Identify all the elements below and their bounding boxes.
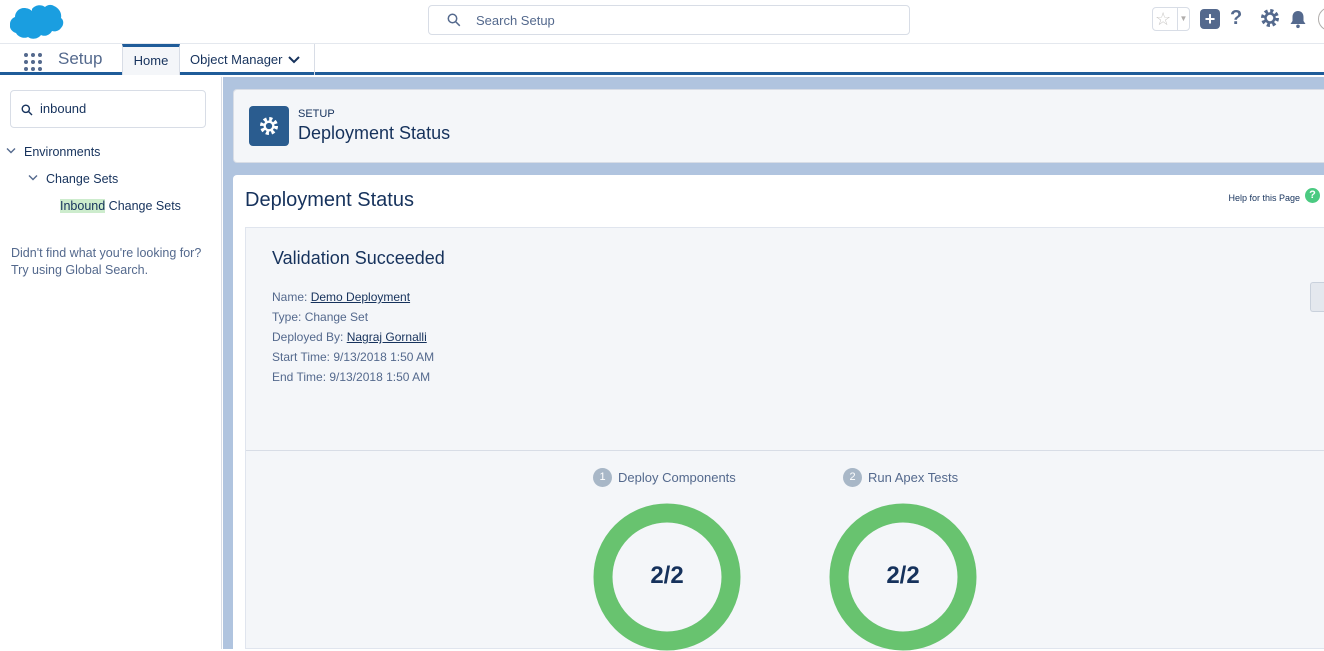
step-run-apex-tests: 2 Run Apex Tests [843, 468, 958, 487]
divider [246, 450, 1324, 451]
setup-search[interactable]: Search Setup [428, 5, 910, 35]
salesforce-logo[interactable] [10, 3, 64, 39]
tab-home[interactable]: Home [122, 44, 180, 75]
star-icon: ☆ [1155, 9, 1172, 29]
step-label: Run Apex Tests [868, 470, 959, 485]
chevron-down-icon[interactable] [288, 56, 300, 64]
chevron-down-icon[interactable]: ▼ [1177, 8, 1189, 30]
not-found-message: Didn't find what you're looking for? Try… [11, 245, 216, 279]
info-label: Type: [272, 310, 305, 324]
tree-item-label: Change Sets [105, 199, 181, 213]
help-icon[interactable]: ? [1305, 188, 1320, 203]
info-name: Name: Demo Deployment [272, 290, 410, 304]
plus-icon: + [1204, 9, 1216, 29]
info-value: 9/13/2018 1:50 AM [333, 350, 435, 364]
tree-item-label: Environments [24, 145, 101, 159]
not-found-line2: Try using Global Search. [11, 263, 149, 277]
page-eyebrow: SETUP [298, 108, 335, 120]
global-actions-button[interactable]: + [1200, 9, 1220, 29]
bell-icon[interactable] [1288, 9, 1308, 29]
main-area: SETUP Deployment Status Deployment Statu… [223, 77, 1324, 651]
info-label: End Time: [272, 370, 330, 384]
app-launcher-icon[interactable] [23, 52, 43, 72]
tree-item-change-sets[interactable]: Change Sets [28, 172, 119, 186]
setup-gear-icon [249, 106, 289, 146]
tree-item-environments[interactable]: Environments [6, 145, 101, 159]
help-for-page-link[interactable]: Help for this Page [1228, 193, 1300, 203]
info-type: Type: Change Set [272, 310, 368, 324]
step-number: 1 [593, 468, 612, 487]
info-value: 9/13/2018 1:50 AM [329, 370, 431, 384]
gear-icon[interactable] [1259, 7, 1281, 29]
info-label: Name: [272, 290, 311, 304]
step-number: 2 [843, 468, 862, 487]
chevron-down-icon[interactable] [6, 147, 16, 155]
info-deployed-by: Deployed By: Nagraj Gornalli [272, 330, 427, 344]
progress-value: 2/2 [650, 562, 684, 589]
tree-item-label: Change Sets [46, 172, 119, 186]
user-avatar[interactable] [1318, 7, 1324, 31]
deployment-name-link[interactable]: Demo Deployment [311, 290, 410, 304]
app-name: Setup [58, 49, 103, 68]
progress-value: 2/2 [886, 562, 920, 589]
deployment-status-panel: Validation Succeeded Name: Demo Deployme… [245, 227, 1324, 651]
favorites-button[interactable]: ☆ ▼ [1152, 7, 1190, 31]
setup-sidebar: inbound Environments Change Sets Inbound… [0, 77, 222, 649]
page-header-title: Deployment Status [298, 123, 451, 143]
global-header: Search Setup ☆ ▼ + ? [0, 0, 1324, 44]
step-deploy-components: 1 Deploy Components [593, 468, 736, 487]
info-label: Deployed By: [272, 330, 347, 344]
info-value: Change Set [304, 310, 369, 324]
search-placeholder: Search Setup [476, 13, 555, 28]
app-nav-bar: Setup Home Object Manager [0, 44, 1324, 75]
search-icon [21, 104, 33, 116]
tree-item-inbound-change-sets[interactable]: Inbound Change Sets [60, 199, 181, 213]
deployed-by-link[interactable]: Nagraj Gornalli [347, 330, 427, 344]
quick-find-input[interactable]: inbound [10, 90, 206, 128]
step-label: Deploy Components [618, 470, 736, 485]
page-title: Deployment Status [245, 189, 414, 211]
tab-object-manager-label: Object Manager [190, 52, 283, 67]
help-button[interactable]: ? [1230, 7, 1242, 30]
validation-heading: Validation Succeeded [272, 248, 445, 268]
info-label: Start Time: [272, 350, 334, 364]
tab-object-manager[interactable]: Object Manager [180, 44, 315, 75]
not-found-line1: Didn't find what you're looking for? [11, 246, 202, 260]
info-end-time: End Time: 9/13/2018 1:50 AM [272, 370, 430, 384]
search-icon [447, 13, 461, 27]
search-highlight: Inbound [60, 199, 106, 213]
content-card: Deployment Status Help for this Page ? V… [233, 175, 1324, 651]
page-header: SETUP Deployment Status [233, 89, 1324, 163]
question-icon: ? [1230, 7, 1243, 29]
chevron-down-icon[interactable] [28, 174, 38, 182]
quick-find-value: inbound [40, 101, 87, 116]
panel-collapse-handle[interactable] [1310, 282, 1324, 312]
info-start-time: Start Time: 9/13/2018 1:50 AM [272, 350, 434, 364]
